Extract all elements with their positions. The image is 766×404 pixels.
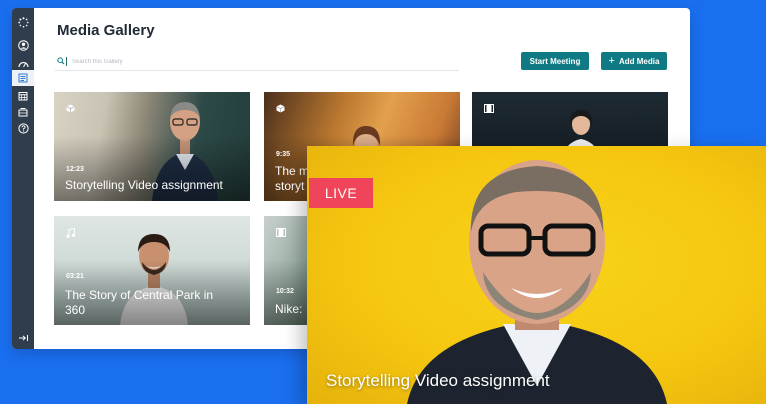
live-badge: LIVE: [309, 178, 373, 208]
start-meeting-label: Start Meeting: [529, 56, 581, 66]
calendar-icon[interactable]: [12, 88, 34, 104]
live-stream-overlay[interactable]: LIVE Storytelling Video assignment: [307, 146, 766, 404]
media-card[interactable]: 12:23 Storytelling Video assignment: [54, 92, 250, 201]
duration-label: 10:32: [276, 288, 294, 295]
search-icon: [57, 57, 65, 65]
loader-icon[interactable]: [12, 14, 34, 30]
card-title: The m storyt: [275, 164, 310, 193]
live-title: Storytelling Video assignment: [326, 371, 550, 390]
media-card[interactable]: 03:21 The Story of Central Park in 360: [54, 216, 250, 325]
search-input[interactable]: [70, 55, 454, 69]
live-presenter: [407, 160, 667, 404]
cube-icon: [66, 104, 75, 113]
search-cursor: [66, 57, 67, 66]
cube-icon: [276, 104, 285, 113]
add-media-button[interactable]: + Add Media: [601, 52, 667, 70]
start-meeting-button[interactable]: Start Meeting: [521, 52, 589, 70]
search-bar[interactable]: [55, 55, 459, 71]
add-media-label: Add Media: [618, 56, 660, 66]
user-icon[interactable]: [12, 37, 34, 53]
help-icon[interactable]: [12, 120, 34, 136]
film-icon: [484, 104, 494, 113]
collapse-icon[interactable]: [12, 330, 34, 346]
card-title: The Story of Central Park in 360: [65, 288, 214, 317]
card-title: Storytelling Video assignment: [65, 178, 223, 192]
card-title: Nike:: [275, 302, 303, 316]
library-icon[interactable]: [12, 104, 34, 120]
media-icon[interactable]: [12, 70, 34, 86]
sidebar: [12, 8, 34, 349]
film-icon: [276, 228, 286, 237]
duration-label: 12:23: [66, 166, 84, 173]
music-icon: [66, 228, 75, 238]
duration-label: 9:35: [276, 151, 291, 158]
duration-label: 03:21: [66, 273, 84, 280]
plus-icon: +: [608, 54, 615, 67]
page-title: Media Gallery: [57, 22, 155, 39]
